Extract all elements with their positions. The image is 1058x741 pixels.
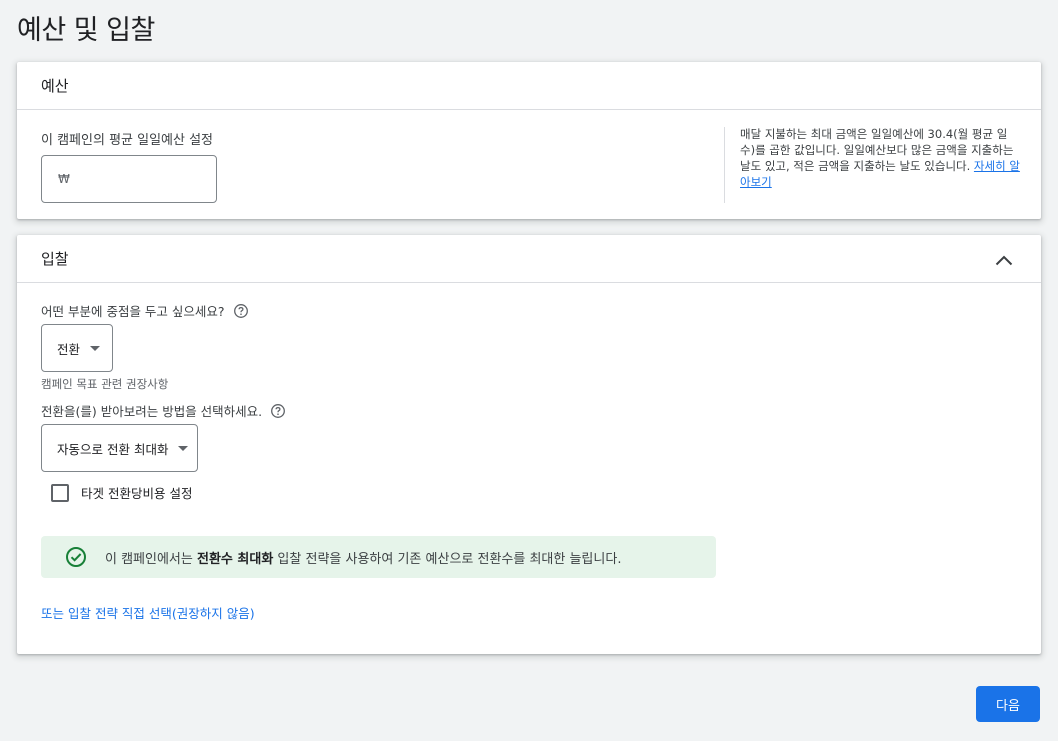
budget-card-header: 예산 bbox=[17, 62, 1041, 110]
bid-method-select[interactable]: 자동으로 전환 최대화 bbox=[41, 424, 198, 472]
currency-symbol: ₩ bbox=[58, 172, 70, 186]
banner-text: 이 캠페인에서는 전환수 최대화 입찰 전략을 사용하여 기존 예산으로 전환수… bbox=[105, 548, 621, 567]
target-cpa-option[interactable]: 타겟 전환당비용 설정 bbox=[51, 483, 192, 502]
dropdown-caret-icon bbox=[178, 445, 189, 451]
focus-hint: 캠페인 목표 관련 권장사항 bbox=[41, 377, 169, 391]
dropdown-caret-icon bbox=[90, 345, 101, 351]
method-question: 전환을(를) 받아보려는 방법을 선택하세요. bbox=[41, 401, 286, 420]
bidding-card-header[interactable]: 입찰 bbox=[17, 235, 1041, 283]
strategy-info-banner: 이 캠페인에서는 전환수 최대화 입찰 전략을 사용하여 기존 예산으로 전환수… bbox=[41, 536, 716, 578]
focus-question: 어떤 부분에 중점을 두고 싶으세요? bbox=[41, 301, 249, 320]
next-button[interactable]: 다음 bbox=[976, 686, 1040, 722]
vertical-divider bbox=[724, 127, 725, 203]
banner-suffix: 입찰 전략을 사용하여 기존 예산으로 전환수를 최대한 늘립니다. bbox=[273, 551, 622, 567]
bid-method-value: 자동으로 전환 최대화 bbox=[57, 441, 169, 457]
daily-budget-label: 이 캠페인의 평균 일일예산 설정 bbox=[41, 133, 214, 148]
check-circle-icon bbox=[65, 546, 87, 568]
focus-question-label: 어떤 부분에 중점을 두고 싶으세요? bbox=[41, 304, 225, 319]
daily-budget-input[interactable] bbox=[75, 164, 206, 194]
help-icon[interactable] bbox=[233, 303, 249, 319]
help-icon[interactable] bbox=[270, 403, 286, 419]
budget-help-body: 매달 지불하는 최대 금액은 일일예산에 30.4(월 평균 일수)를 곱한 값… bbox=[740, 127, 1014, 173]
chevron-up-icon[interactable] bbox=[989, 249, 1019, 271]
focus-select-value: 전환 bbox=[57, 341, 81, 357]
method-question-label: 전환을(를) 받아보려는 방법을 선택하세요. bbox=[41, 404, 263, 419]
manual-strategy-link[interactable]: 또는 입찰 전략 직접 선택(권장하지 않음) bbox=[41, 603, 255, 622]
budget-help-text: 매달 지불하는 최대 금액은 일일예산에 30.4(월 평균 일수)를 곱한 값… bbox=[740, 126, 1022, 190]
budget-card: 예산 이 캠페인의 평균 일일예산 설정 ₩ 매달 지불하는 최대 금액은 일일… bbox=[17, 62, 1041, 219]
daily-budget-field[interactable]: ₩ bbox=[41, 155, 217, 203]
bidding-header-title: 입찰 bbox=[41, 250, 69, 268]
target-cpa-checkbox[interactable] bbox=[51, 483, 69, 502]
target-cpa-label: 타겟 전환당비용 설정 bbox=[81, 486, 193, 501]
focus-select[interactable]: 전환 bbox=[41, 324, 113, 372]
page-title: 예산 및 입찰 bbox=[17, 15, 155, 46]
banner-strategy: 전환수 최대화 bbox=[197, 551, 274, 567]
banner-prefix: 이 캠페인에서는 bbox=[105, 551, 197, 567]
bidding-card: 입찰 어떤 부분에 중점을 두고 싶으세요? 전환 캠페인 목표 관련 권장사항… bbox=[17, 235, 1041, 654]
budget-header-title: 예산 bbox=[41, 77, 69, 95]
